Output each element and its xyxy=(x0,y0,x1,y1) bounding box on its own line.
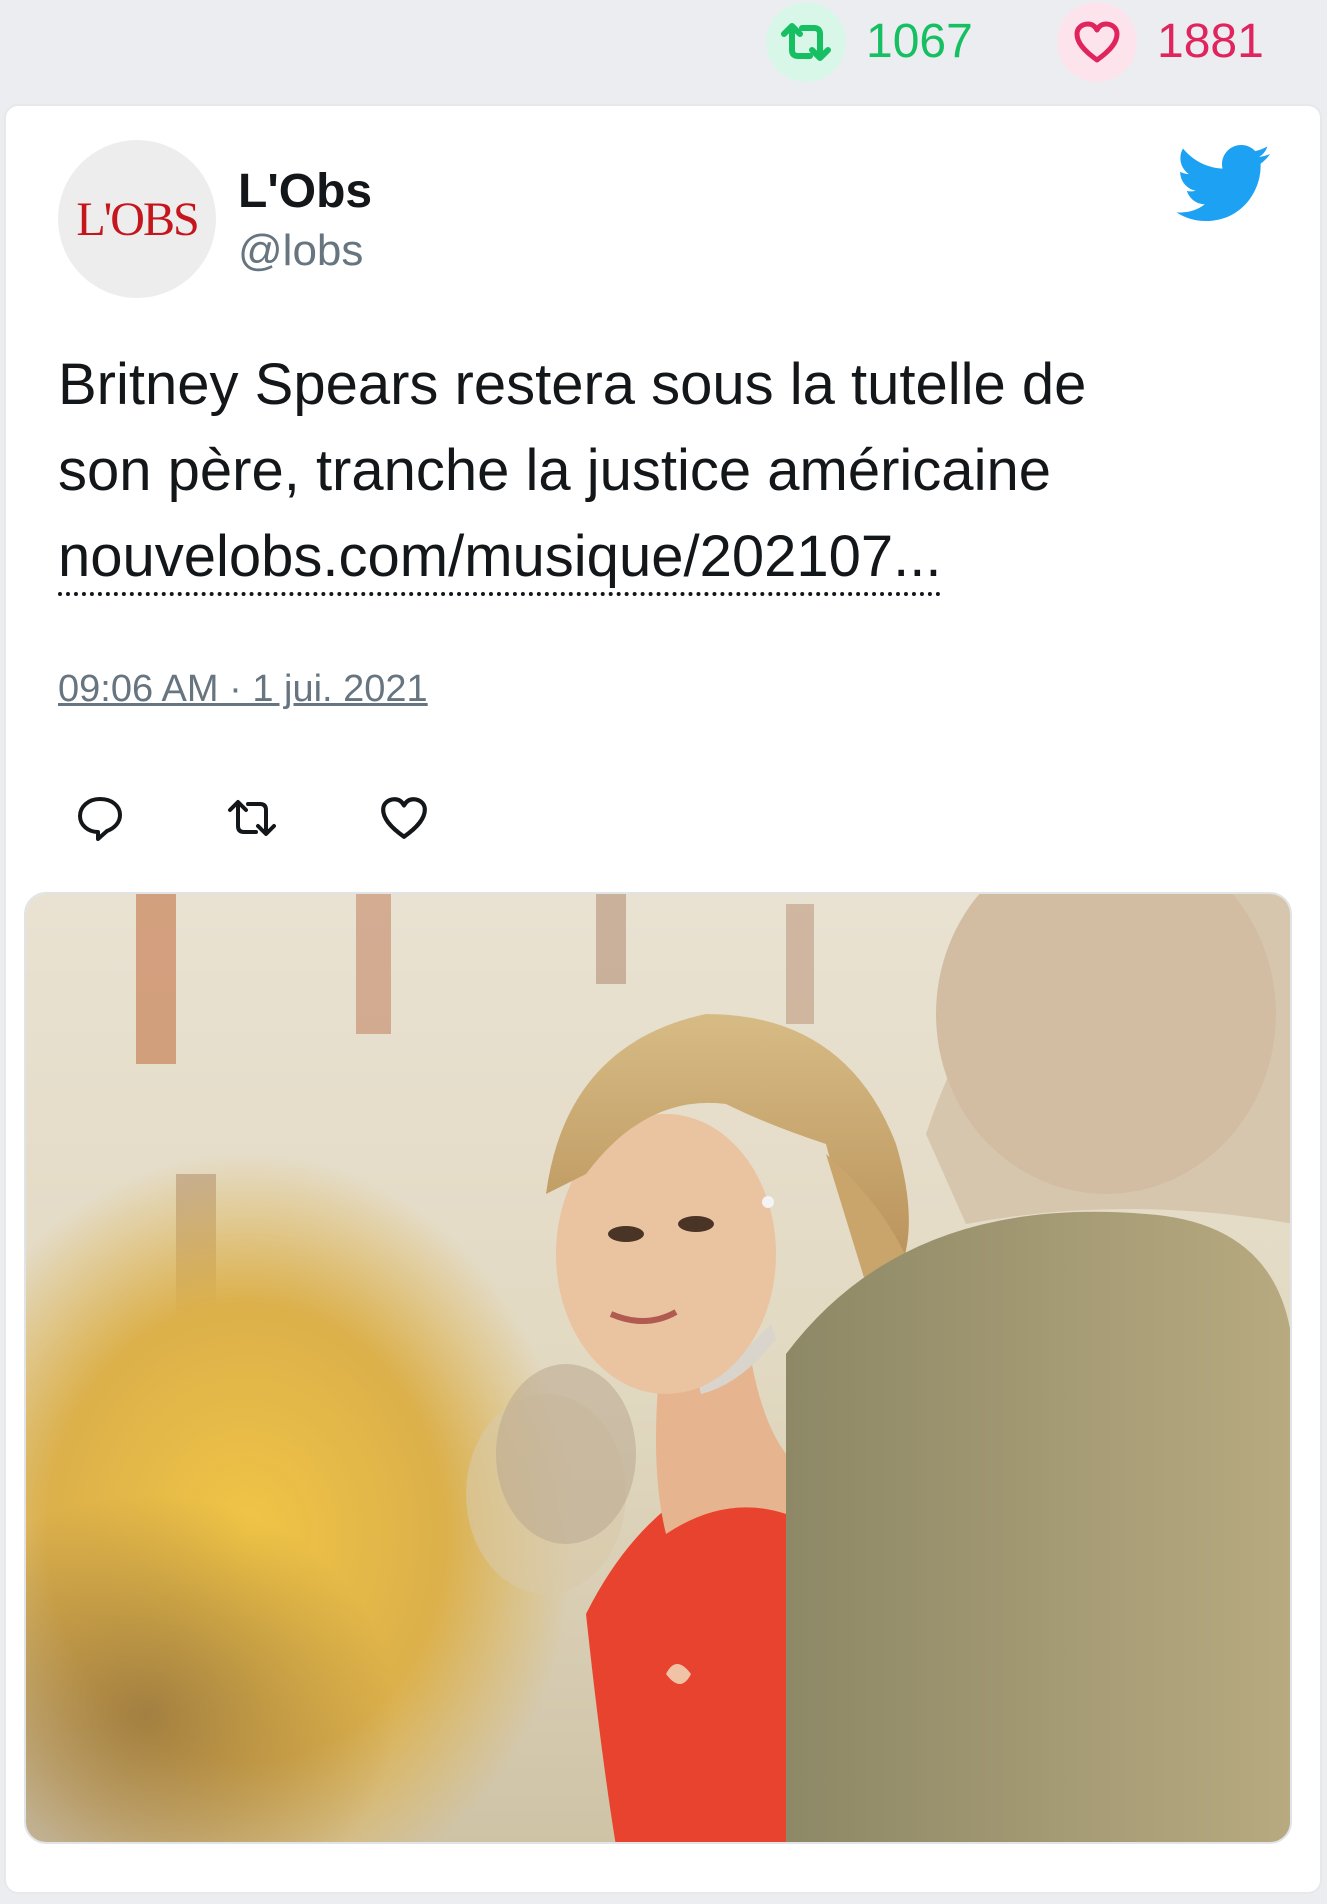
retweet-icon[interactable] xyxy=(766,2,846,82)
reply-icon[interactable] xyxy=(70,788,130,848)
tweet-actions xyxy=(70,788,526,848)
article-link[interactable]: nouvelobs.com/musique/202107... xyxy=(58,522,942,596)
like-count: 1881 xyxy=(1157,15,1264,68)
like-stat[interactable]: 1881 xyxy=(1057,2,1264,82)
retweet-count: 1067 xyxy=(866,15,973,68)
photo-illustration xyxy=(26,894,1290,1842)
tweet-text-line-2: son père, tranche la justice américaine xyxy=(58,438,1051,503)
tweet-photo[interactable] xyxy=(24,892,1292,1844)
avatar[interactable]: L'OBS xyxy=(58,140,216,298)
tweet-text-line-1: Britney Spears restera sous la tutelle d… xyxy=(58,352,1087,417)
heart-icon[interactable] xyxy=(1057,2,1137,82)
engagement-stats: 1067 1881 xyxy=(0,0,1327,100)
tweet-text: Britney Spears restera sous la tutelle d… xyxy=(58,342,1258,600)
twitter-bird-icon[interactable] xyxy=(1176,144,1272,224)
retweet-icon[interactable] xyxy=(222,788,282,848)
retweet-stat[interactable]: 1067 xyxy=(766,2,973,82)
author-handle[interactable]: @lobs xyxy=(238,226,363,276)
heart-icon[interactable] xyxy=(374,788,434,848)
author-name[interactable]: L'Obs xyxy=(238,164,372,219)
avatar-logo: L'OBS xyxy=(76,192,199,246)
tweet-timestamp[interactable]: 09:06 AM · 1 jui. 2021 xyxy=(58,668,428,711)
